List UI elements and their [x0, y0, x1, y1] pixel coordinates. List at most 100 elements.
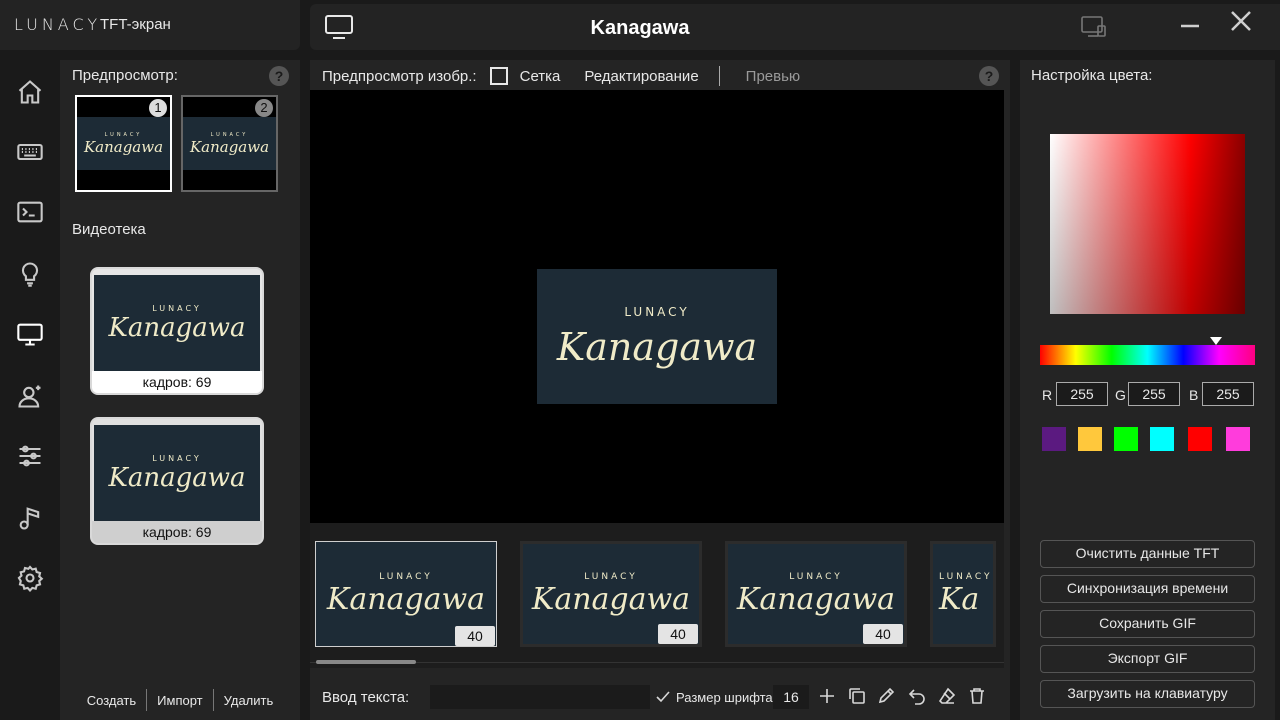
close-button[interactable] [1228, 8, 1254, 34]
import-button[interactable]: Импорт [147, 693, 212, 708]
gear-icon[interactable] [14, 562, 46, 594]
center-panel: Предпросмотр изобр.: Сетка Редактировани… [310, 60, 1010, 720]
font-size-input[interactable]: 16 [773, 685, 809, 709]
frame-thumb[interactable]: LUNACY Ka [930, 541, 996, 647]
minimize-button[interactable] [1178, 12, 1202, 36]
preview-canvas[interactable]: LUNACY Kanagawa [310, 90, 1004, 523]
save-gif-button[interactable]: Сохранить GIF [1040, 610, 1255, 638]
tab-divider [718, 66, 720, 86]
sliders-icon[interactable] [14, 440, 46, 472]
duplicate-icon[interactable] [848, 687, 868, 707]
color-swatch-cyan[interactable] [1150, 427, 1174, 451]
create-button[interactable]: Создать [77, 693, 146, 708]
thumb-image: LUNACY Kanagawa [183, 117, 276, 170]
frames-scrollbar[interactable] [316, 660, 416, 664]
frame-duration-badge[interactable]: 40 [863, 624, 903, 644]
text-input-label: Ввод текста: [322, 689, 410, 706]
text-input[interactable] [430, 685, 650, 709]
help-button[interactable]: ? [269, 66, 289, 86]
check-icon[interactable] [655, 689, 671, 705]
keyboard-icon[interactable] [14, 136, 46, 168]
app-subtitle: TFT-экран [100, 16, 171, 33]
export-gif-button[interactable]: Экспорт GIF [1040, 645, 1255, 673]
grid-label: Сетка [519, 67, 561, 85]
add-icon[interactable] [818, 687, 838, 707]
video-title: Kanagawa [108, 312, 246, 343]
g-label: G [1115, 387, 1126, 403]
canvas-image[interactable]: LUNACY Kanagawa [537, 269, 777, 404]
color-panel: Настройка цвета: R 255 G 255 B 255 Очист… [1020, 60, 1275, 720]
frame-logo: LUNACY [789, 571, 843, 582]
thumb-number: 1 [149, 99, 167, 117]
thumb-title: Kanagawa [83, 137, 164, 156]
nav-rail [0, 52, 60, 720]
video-thumbnail: LUNACY Kanagawa [94, 425, 260, 521]
frame-duration-badge[interactable]: 40 [658, 624, 698, 644]
video-thumbnail: LUNACY Kanagawa [94, 275, 260, 371]
help-button[interactable]: ? [979, 66, 999, 86]
frame-title: Kanagawa [326, 581, 486, 617]
color-settings-label: Настройка цвета: [1031, 67, 1153, 84]
user-icon[interactable] [14, 380, 46, 412]
text-input-row: Ввод текста: Размер шрифта 16 [310, 680, 1010, 714]
sync-time-button[interactable]: Синхронизация времени [1040, 575, 1255, 603]
lightbulb-icon[interactable] [14, 258, 46, 290]
color-swatch-red[interactable] [1188, 427, 1212, 451]
color-swatch-yellow[interactable] [1078, 427, 1102, 451]
monitor-icon[interactable] [14, 318, 46, 350]
video-card[interactable]: LUNACY Kanagawa кадров: 69 [90, 417, 264, 545]
frames-strip: LUNACY Kanagawa 40 LUNACY Kanagawa 40 LU… [310, 523, 1004, 668]
thumb-number: 2 [255, 99, 273, 117]
color-saturation-picker[interactable] [1050, 134, 1245, 314]
grid-checkbox[interactable] [489, 67, 508, 85]
video-card[interactable]: LUNACY Kanagawa кадров: 69 [90, 267, 264, 395]
library-footer: Создать Импорт Удалить [60, 686, 300, 714]
frame-title: Ka [939, 581, 980, 617]
video-title: Kanagawa [108, 462, 246, 493]
r-input[interactable]: 255 [1056, 382, 1108, 406]
r-label: R [1042, 387, 1053, 403]
preview-thumb-1[interactable]: LUNACY Kanagawa 1 [75, 95, 172, 192]
home-icon[interactable] [14, 76, 46, 108]
delete-button[interactable]: Удалить [214, 693, 284, 708]
clear-tft-button[interactable]: Очистить данные TFT [1040, 540, 1255, 568]
tab-preview[interactable]: Превью [746, 68, 801, 85]
color-swatch-green[interactable] [1114, 427, 1138, 451]
frame-thumb[interactable]: LUNACY Kanagawa 40 [520, 541, 702, 647]
font-size-label: Размер шрифта [676, 690, 773, 705]
hue-slider[interactable] [1040, 345, 1255, 365]
undo-icon[interactable] [908, 687, 928, 707]
library-label: Видеотека [72, 221, 146, 238]
left-panel: Предпросмотр: ? LUNACY Kanagawa 1 LUNACY… [60, 60, 300, 720]
eraser-icon[interactable] [938, 687, 958, 707]
music-icon[interactable] [14, 502, 46, 534]
title-bar: Kanagawa [310, 4, 1280, 50]
brand-bar: LUNACY TFT-экран [0, 0, 300, 50]
canvas-logo: LUNACY [624, 304, 690, 319]
upload-to-keyboard-button[interactable]: Загрузить на клавиатуру [1040, 680, 1255, 708]
hue-marker[interactable] [1210, 337, 1222, 345]
preview-label: Предпросмотр: [72, 67, 178, 84]
color-swatch-pink[interactable] [1226, 427, 1250, 451]
b-input[interactable]: 255 [1202, 382, 1254, 406]
video-logo: LUNACY [152, 453, 202, 463]
video-logo: LUNACY [152, 303, 202, 313]
device-icon[interactable] [1080, 14, 1110, 42]
app-logo: LUNACY [14, 15, 102, 34]
window-title: Kanagawa [590, 17, 690, 39]
frame-logo: LUNACY [939, 571, 993, 582]
canvas-title: Kanagawa [556, 324, 758, 369]
terminal-icon[interactable] [14, 196, 46, 228]
frame-logo: LUNACY [584, 571, 638, 582]
frame-duration-badge[interactable]: 40 [455, 626, 495, 646]
frame-title: Kanagawa [736, 581, 896, 617]
frame-thumb[interactable]: LUNACY Kanagawa 40 [315, 541, 497, 647]
frame-thumb[interactable]: LUNACY Kanagawa 40 [725, 541, 907, 647]
pencil-icon[interactable] [877, 687, 897, 707]
color-swatch-purple[interactable] [1042, 427, 1066, 451]
thumb-image: LUNACY Kanagawa [77, 117, 170, 170]
g-input[interactable]: 255 [1128, 382, 1180, 406]
tab-edit[interactable]: Редактирование [584, 68, 698, 85]
trash-icon[interactable] [968, 687, 988, 707]
preview-thumb-2[interactable]: LUNACY Kanagawa 2 [181, 95, 278, 192]
